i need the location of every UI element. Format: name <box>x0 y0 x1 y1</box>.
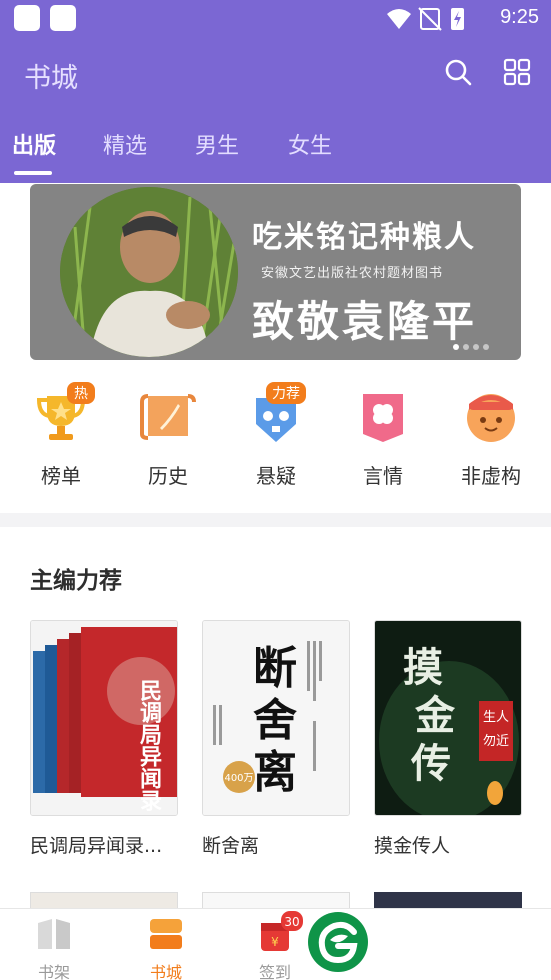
svg-text:热: 热 <box>74 386 88 402</box>
recommend-badge: 力荐 <box>266 382 306 404</box>
carousel-indicator <box>453 344 489 350</box>
svg-text:400万: 400万 <box>224 773 253 784</box>
notification-icon <box>50 5 76 31</box>
category-romance[interactable]: 言情 <box>343 388 423 489</box>
search-icon[interactable] <box>444 58 472 86</box>
svg-text:生人: 生人 <box>483 710 509 725</box>
category-label: 悬疑 <box>256 464 296 488</box>
book-card[interactable]: 摸 金 传 生人 勿近 摸金传人 <box>374 620 522 858</box>
banner-photo <box>60 187 238 357</box>
bookshelf-icon <box>38 919 70 949</box>
book-card[interactable]: 断 舍 离 400万 断舍离 <box>202 620 350 858</box>
app-screen: 9:25 书城 出版 精选 男生 女生 吃米铭记种粮人 安徽文艺出版社农村题材图… <box>0 0 551 980</box>
book-cover-peek <box>374 892 522 908</box>
svg-text:30: 30 <box>284 915 299 929</box>
banner-headline: 吃米铭记种粮人 <box>252 220 476 255</box>
tab-publishing[interactable]: 出版 <box>12 128 56 160</box>
book-title: 民调局异闻录... <box>30 835 163 857</box>
bottom-navigation: 书架 书城 ¥ 30 签到 <box>0 908 551 980</box>
banner-title: 致敬袁隆平 <box>252 297 478 346</box>
app-logo-button[interactable] <box>308 912 368 972</box>
section-title: 主编力荐 <box>30 568 122 594</box>
nav-bookshelf[interactable]: 书架 <box>24 917 84 980</box>
category-shortcuts: 热 榜单 历史 力荐 悬疑 言情 非虚构 <box>0 382 551 498</box>
leaf-logo-icon <box>318 921 358 964</box>
hot-badge: 热 <box>67 382 95 404</box>
category-tabs: 出版 精选 男生 女生 <box>0 128 551 183</box>
svg-text:传: 传 <box>410 740 451 787</box>
app-header: 9:25 书城 出版 精选 男生 女生 <box>0 0 551 183</box>
nav-bookstore[interactable]: 书城 <box>136 917 196 980</box>
carousel-dot <box>483 344 489 350</box>
active-tab-indicator <box>14 171 52 175</box>
status-icons <box>387 7 464 31</box>
svg-text:力荐: 力荐 <box>272 386 300 402</box>
carousel-dot <box>453 344 459 350</box>
banner-subline: 安徽文艺出版社农村题材图书 <box>261 266 444 281</box>
category-mystery[interactable]: 力荐 悬疑 <box>236 382 316 489</box>
book-cover: 摸 金 传 生人 勿近 <box>374 620 522 816</box>
book-cover: 民调局异闻录 <box>30 620 178 816</box>
store-icon <box>150 919 182 949</box>
category-label: 非虚构 <box>461 464 521 488</box>
category-label: 言情 <box>363 464 403 488</box>
svg-text:金: 金 <box>414 692 456 739</box>
nav-label: 书城 <box>149 963 182 980</box>
notification-icon <box>14 5 40 31</box>
promo-banner[interactable]: 吃米铭记种粮人 安徽文艺出版社农村题材图书 致敬袁隆平 <box>30 184 521 360</box>
svg-text:勿近: 勿近 <box>483 734 509 749</box>
tab-male[interactable]: 男生 <box>195 128 239 160</box>
svg-text:摸: 摸 <box>403 644 443 691</box>
book-title: 断舍离 <box>202 835 260 857</box>
section-divider <box>0 513 551 527</box>
wifi-icon <box>387 9 411 29</box>
clover-card-icon <box>363 394 403 442</box>
checkin-badge: 30 <box>281 911 303 931</box>
page-title: 书城 <box>24 63 78 94</box>
carousel-dot <box>473 344 479 350</box>
category-rankings[interactable]: 热 榜单 <box>21 382 101 489</box>
nav-label: 签到 <box>258 963 291 980</box>
book-cover-peek <box>202 892 350 908</box>
book-cover: 断 舍 离 400万 <box>202 620 350 816</box>
category-history[interactable]: 历史 <box>128 388 208 489</box>
book-title: 摸金传人 <box>374 835 451 857</box>
category-label: 历史 <box>148 464 188 488</box>
book-card[interactable]: 民调局异闻录 民调局异闻录... <box>30 620 178 858</box>
status-bar: 9:25 <box>0 0 551 36</box>
svg-text:舍: 舍 <box>253 695 297 746</box>
svg-text:¥: ¥ <box>271 935 279 949</box>
svg-text:离: 离 <box>253 747 297 798</box>
svg-text:民调局异闻录: 民调局异闻录 <box>136 679 162 811</box>
status-time: 9:25 <box>500 6 539 28</box>
carousel-dot <box>463 344 469 350</box>
nav-checkin[interactable]: ¥ 30 签到 <box>245 911 305 980</box>
tab-female[interactable]: 女生 <box>288 128 332 160</box>
svg-text:断: 断 <box>253 643 297 694</box>
tab-featured[interactable]: 精选 <box>103 128 147 160</box>
scroll-icon <box>140 394 196 440</box>
nav-label: 书架 <box>37 963 70 980</box>
category-label: 榜单 <box>41 464 81 488</box>
category-nonfiction[interactable]: 非虚构 <box>451 388 531 489</box>
grid-menu-icon[interactable] <box>503 58 531 86</box>
face-icon <box>467 394 515 442</box>
book-cover-peek <box>30 892 178 908</box>
